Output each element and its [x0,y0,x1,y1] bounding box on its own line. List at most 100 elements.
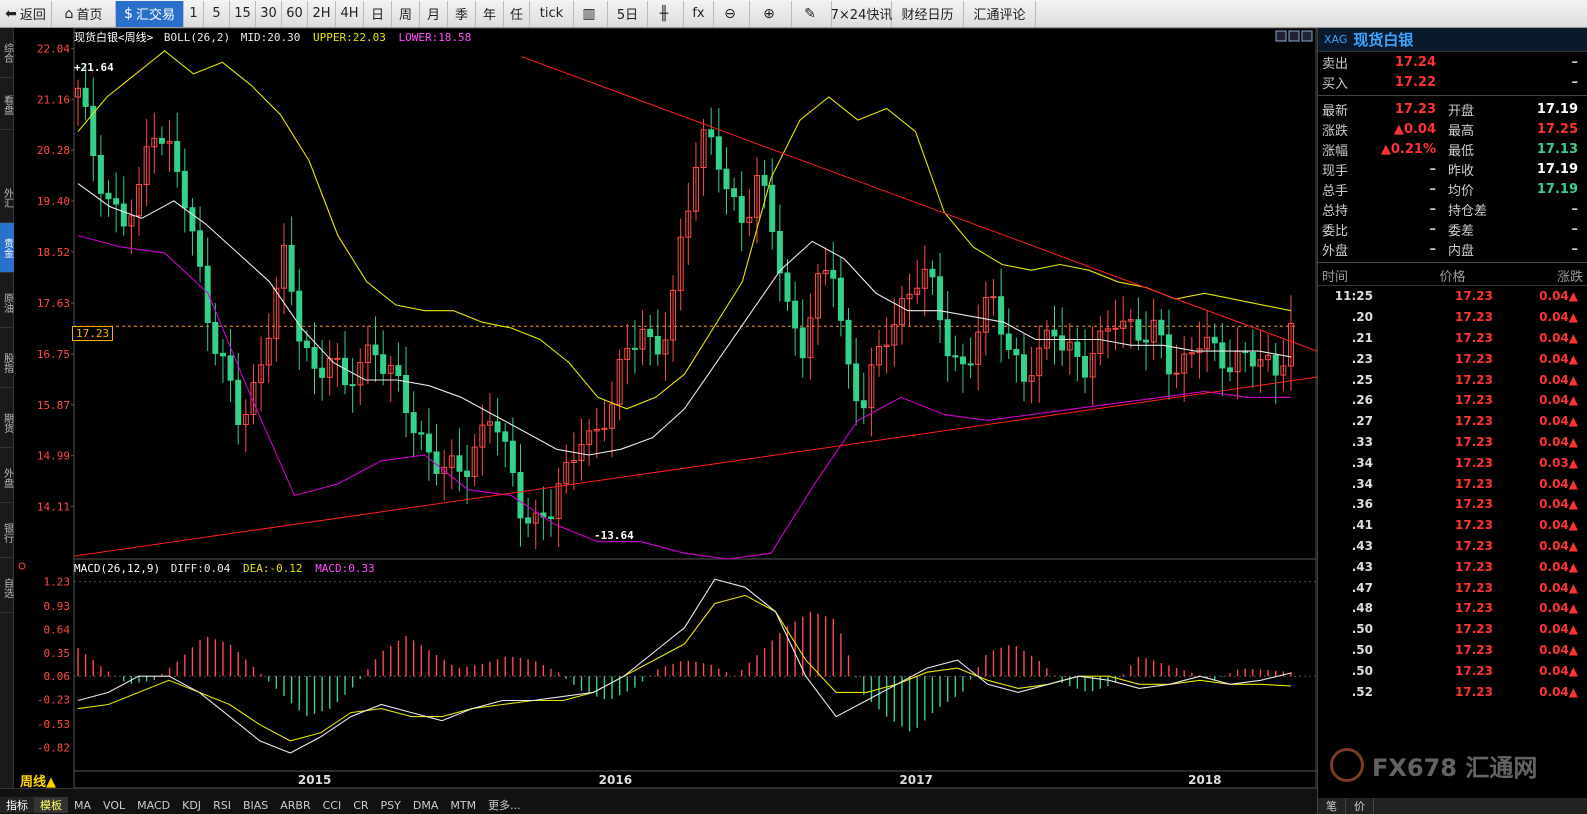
tick-time: 11:25 [1334,289,1373,304]
macd-settings-icon[interactable] [18,562,26,570]
toolbar-item-11[interactable]: 周 [392,0,420,27]
indicator-tab-11[interactable]: PSY [375,799,407,812]
toolbar-item-25[interactable]: 财经日历 [892,0,964,27]
left-tab-8[interactable]: 银行 [0,508,14,558]
toolbar-item-3[interactable]: 1 [184,0,204,27]
left-tab-3[interactable]: 贵金 [0,223,14,273]
quote-bottom-tab-1[interactable]: 价 [1346,798,1374,814]
boll-label: BOLL(26,2) [163,31,231,44]
trendline-support[interactable] [73,376,1317,557]
toolbar-item-6[interactable]: 30 [256,0,282,27]
left-tab-1[interactable]: 看盘 [0,80,14,130]
candle [479,404,486,476]
toolbar-item-15[interactable]: 任 [504,0,530,27]
chart-canvas[interactable]: 22.04 21.16 20.28 19.40 18.52 17.63 16.75 15.87… [14,28,1317,788]
toolbar-item-2[interactable]: $ 汇交易 [116,0,184,27]
candle-body [1059,335,1066,351]
toolbar-item-5[interactable]: 15 [230,0,256,27]
candle [998,268,1005,363]
candle [555,467,562,547]
toolbar-item-21[interactable]: ⊖ [714,0,750,27]
toolbar-item-12[interactable]: 月 [420,0,448,27]
window-close-icon[interactable] [1301,30,1313,42]
candle-body [113,198,120,205]
toolbar-item-16[interactable]: tick [530,0,574,27]
indicator-tab-0[interactable]: 指标 [0,797,34,813]
chart-area[interactable]: 22.04 21.16 20.28 19.40 18.52 17.63 16.75 15.87… [14,28,1317,788]
period-selector[interactable]: 周线▲ [20,771,56,790]
tick-price: 17.23 [1455,518,1493,533]
tick-change: 0.04▲ [1539,351,1578,366]
left-tab-7[interactable]: 外盘 [0,453,14,503]
trendline-resistance[interactable] [521,56,1317,352]
quote-header: XAG 现货白银 [1318,28,1587,52]
candle [1280,340,1287,392]
toolbar-item-7[interactable]: 60 [282,0,308,27]
toolbar-item-8[interactable]: 2H [308,0,336,27]
toolbar-item-4[interactable]: 5 [204,0,230,27]
quote-label: 最低 [1448,143,1475,159]
indicator-tab-12[interactable]: DMA [407,799,445,812]
indicator-tab-14[interactable]: 更多... [482,797,527,813]
toolbar-item-1[interactable]: ⌂ 首页 [52,0,116,27]
toolbar-item-20[interactable]: fx [684,0,714,27]
indicator-tab-10[interactable]: CR [347,799,374,812]
toolbar-item-13[interactable]: 季 [448,0,476,27]
ticks-list[interactable]: 11:25 17.23 0.04▲ .20 17.23 0.04▲ .21 17.23 0.04… [1318,286,1587,702]
tick-change: 0.04▲ [1539,684,1578,699]
toolbar-item-23[interactable]: ✎ [792,0,832,27]
toolbar-item-18[interactable]: 5日 [608,0,648,27]
indicator-tab-3[interactable]: VOL [97,799,131,812]
candle [959,343,966,393]
toolbar-item-22[interactable]: ⊕ [750,0,792,27]
left-tab-4[interactable]: 原油 [0,278,14,328]
candle [929,260,936,295]
toolbar-item-0[interactable]: ⬅ 返回 [0,0,52,27]
indicator-tab-5[interactable]: KDJ [176,799,207,812]
left-tab-5[interactable]: 股指 [0,338,14,388]
candle-body [860,400,867,409]
tick-time: .50 [1351,642,1373,657]
toolbar-item-19[interactable]: ╫ [648,0,684,27]
tick-row: .23 17.23 0.04▲ [1318,348,1587,369]
candle-body [1143,339,1150,343]
toolbar-item-10[interactable]: 日 [364,0,392,27]
left-tab-2[interactable]: 外汇 [0,173,14,223]
indicator-tab-6[interactable]: RSI [207,799,237,812]
toolbar-label: 7×24快讯 [830,8,893,23]
indicator-tab-4[interactable]: MACD [131,799,176,812]
left-tab-9[interactable]: 自选 [0,563,14,613]
indicator-tab-9[interactable]: CCI [317,799,348,812]
toolbar-item-24[interactable]: 7×24快讯 [830,0,893,27]
candle-body [853,363,860,402]
indicator-tab-2[interactable]: MA [68,799,97,812]
toolbar-item-9[interactable]: 4H [336,0,364,27]
tick-time: .41 [1351,518,1373,533]
quote-bottom-tab-0[interactable]: 笔 [1318,798,1346,814]
candle-body [547,516,554,520]
toolbar-item-17[interactable]: ▥ [574,0,608,27]
window-restore-icon[interactable] [1275,30,1287,42]
tick-price: 17.23 [1455,476,1493,491]
candle [494,398,501,456]
tick-row: .33 17.23 0.04▲ [1318,432,1587,453]
indicator-tab-7[interactable]: BIAS [237,799,274,812]
tick-row: 11:25 17.23 0.04▲ [1318,286,1587,307]
left-tab-0[interactable]: 综合 [0,28,14,78]
tick-price: 17.23 [1455,434,1493,449]
toolbar-item-14[interactable]: 年 [476,0,504,27]
tick-row: .21 17.23 0.04▲ [1318,328,1587,349]
window-max-icon[interactable] [1288,30,1300,42]
indicator-tab-1[interactable]: 模板 [34,797,68,813]
left-tab-6[interactable]: 期货 [0,398,14,448]
toolbar-item-26[interactable]: 汇通评论 [964,0,1036,27]
quote-value: – [1429,221,1437,237]
indicator-tab-8[interactable]: ARBR [274,799,316,812]
candle-body [1226,367,1233,373]
quote-label: 总手 [1322,183,1349,199]
candle [891,298,898,367]
indicator-tab-13[interactable]: MTM [444,799,482,812]
quote-label: 总持 [1322,203,1349,219]
candle-body [845,319,852,365]
candle [204,237,211,352]
